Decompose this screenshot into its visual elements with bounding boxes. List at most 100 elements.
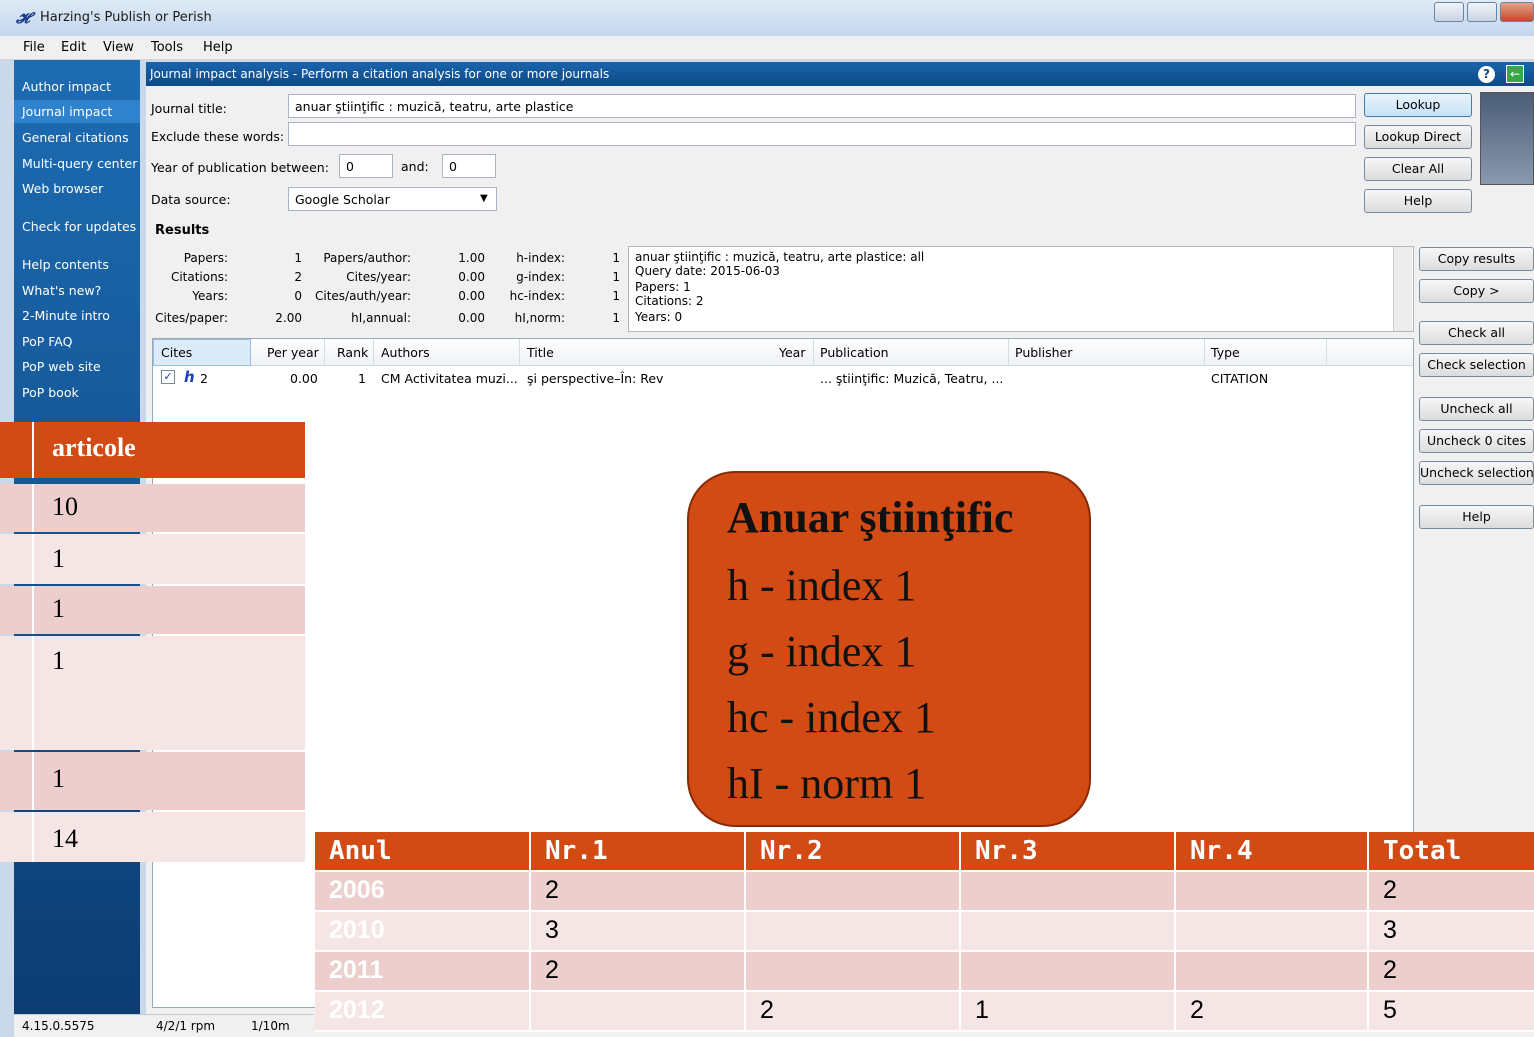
table-row: 2012 2 1 2 5 [315, 992, 1534, 1032]
menu-view[interactable]: View [103, 40, 134, 55]
exclude-input[interactable] [288, 122, 1356, 146]
value-cell [1176, 912, 1369, 950]
cell-rank: 1 [358, 371, 366, 386]
sidebar-item-help-contents[interactable]: Help contents [22, 257, 109, 272]
query-scrollbar[interactable] [1393, 247, 1412, 331]
column-separator [373, 339, 374, 366]
hi-norm-value: 1 [612, 311, 620, 325]
year-cell: 2006 [315, 872, 531, 910]
column-cites[interactable]: Cites [161, 345, 192, 360]
uncheck-0-cites-button[interactable]: Uncheck 0 cites [1419, 429, 1534, 453]
year-col-header: Nr.2 [746, 832, 961, 870]
column-title[interactable]: Title [527, 345, 554, 360]
year-cell: 2012 [315, 992, 531, 1030]
status-rpm: 4/2/1 rpm [156, 1019, 216, 1033]
data-source-label: Data source: [151, 192, 231, 207]
callout-line: g - index 1 [727, 627, 917, 676]
sidebar-item-web-browser[interactable]: Web browser [22, 181, 103, 196]
copy-results-button[interactable]: Copy results [1419, 247, 1534, 271]
articole-value: 10 [34, 484, 305, 532]
lookup-button[interactable]: Lookup [1364, 93, 1472, 117]
help-button-2[interactable]: Help [1419, 505, 1534, 529]
hc-index-label: hc-index: [509, 289, 565, 303]
sidebar-item-check-updates[interactable]: Check for updates [22, 219, 136, 234]
status-version: 4.15.0.5575 [22, 1019, 95, 1033]
total-cell: 2 [1369, 872, 1534, 910]
query-line: anuar ştiinţific : muzică, teatru, arte … [635, 250, 925, 264]
column-separator [1326, 339, 1327, 366]
pop-book-cover-image[interactable] [1480, 92, 1534, 185]
papers-author-value: 1.00 [458, 251, 485, 265]
chevron-down-icon[interactable]: ▼ [480, 193, 488, 204]
column-publisher[interactable]: Publisher [1015, 345, 1072, 360]
g-index-value: 1 [612, 270, 620, 284]
cell-per-year: 0.00 [290, 371, 318, 386]
table-row: 10 [0, 484, 305, 532]
clear-all-button[interactable]: Clear All [1364, 157, 1472, 181]
year-to-input[interactable]: 0 [442, 154, 496, 178]
back-arrow-icon[interactable]: ← [1506, 65, 1524, 83]
sidebar-item-pop-book[interactable]: PoP book [22, 385, 79, 400]
sidebar-item-pop-faq[interactable]: PoP FAQ [22, 334, 72, 349]
table-row: 14 [0, 812, 305, 862]
check-all-button[interactable]: Check all [1419, 321, 1534, 345]
articole-value: 1 [34, 534, 305, 584]
menu-help[interactable]: Help [203, 40, 233, 55]
column-per-year[interactable]: Per year [267, 345, 319, 360]
help-button[interactable]: Help [1364, 189, 1472, 213]
menu-edit[interactable]: Edit [61, 40, 86, 55]
cites-year-value: 0.00 [458, 270, 485, 284]
uncheck-all-button[interactable]: Uncheck all [1419, 397, 1534, 421]
query-summary-box[interactable]: anuar ştiinţific : muzică, teatru, arte … [628, 246, 1414, 332]
data-source-select[interactable]: Google Scholar [288, 187, 497, 211]
year-cell: 2011 [315, 952, 531, 990]
menu-file[interactable]: File [23, 40, 45, 55]
year-from-input[interactable]: 0 [339, 154, 393, 178]
articole-table: articole 10 1 1 1 1 14 [0, 422, 305, 862]
lookup-direct-button[interactable]: Lookup Direct [1364, 125, 1472, 149]
cell-type: CITATION [1211, 371, 1269, 386]
year-table-header: Anul Nr.1 Nr.2 Nr.3 Nr.4 Total [315, 832, 1534, 872]
query-line: Papers: 1 [635, 280, 691, 294]
value-cell [746, 872, 961, 910]
uncheck-selection-button[interactable]: Uncheck selection [1419, 461, 1534, 485]
close-button[interactable] [1500, 2, 1534, 22]
sidebar-item-multi-query[interactable]: Multi-query center [22, 156, 137, 171]
articole-header: articole [34, 422, 305, 478]
column-type[interactable]: Type [1211, 345, 1240, 360]
column-separator [324, 339, 325, 366]
help-icon[interactable]: ? [1478, 66, 1495, 83]
h-index-value: 1 [612, 251, 620, 265]
table-row: 1 [0, 752, 305, 810]
year-col-header: Nr.4 [1176, 832, 1369, 870]
copy-button[interactable]: Copy > [1419, 279, 1534, 303]
value-cell [961, 952, 1176, 990]
column-year[interactable]: Year [779, 345, 805, 360]
value-cell [746, 952, 961, 990]
hi-annual-label: hI,annual: [351, 311, 411, 325]
value-cell: 2 [1176, 992, 1369, 1030]
sidebar-item-2-minute-intro[interactable]: 2-Minute intro [22, 308, 110, 323]
sidebar-item-general-citations[interactable]: General citations [22, 130, 129, 145]
maximize-button[interactable] [1467, 2, 1497, 22]
cites-auth-year-label: Cites/auth/year: [314, 289, 411, 303]
status-rate: 1/10m [251, 1019, 290, 1033]
h-core-icon: h [184, 368, 195, 386]
sidebar-item-author-impact[interactable]: Author impact [22, 79, 111, 94]
results-title: Results [155, 223, 210, 238]
sidebar-item-whats-new[interactable]: What's new? [22, 283, 101, 298]
value-cell [531, 992, 746, 1030]
row-checkbox[interactable]: ✓ [161, 370, 175, 384]
menu-tools[interactable]: Tools [151, 40, 183, 55]
journal-title-input[interactable]: anuar ştiinţific : muzică, teatru, arte … [288, 94, 1356, 118]
sidebar-item-journal-impact[interactable]: Journal impact [22, 104, 112, 119]
check-selection-button[interactable]: Check selection [1419, 353, 1534, 377]
year-table: Anul Nr.1 Nr.2 Nr.3 Nr.4 Total 2006 2 2 … [315, 832, 1534, 1032]
column-rank[interactable]: Rank [337, 345, 368, 360]
sidebar-item-pop-web-site[interactable]: PoP web site [22, 359, 101, 374]
column-authors[interactable]: Authors [381, 345, 430, 360]
column-publication[interactable]: Publication [820, 345, 889, 360]
year-cell: 2010 [315, 912, 531, 950]
title-bar [0, 0, 1534, 36]
minimize-button[interactable] [1434, 2, 1464, 22]
